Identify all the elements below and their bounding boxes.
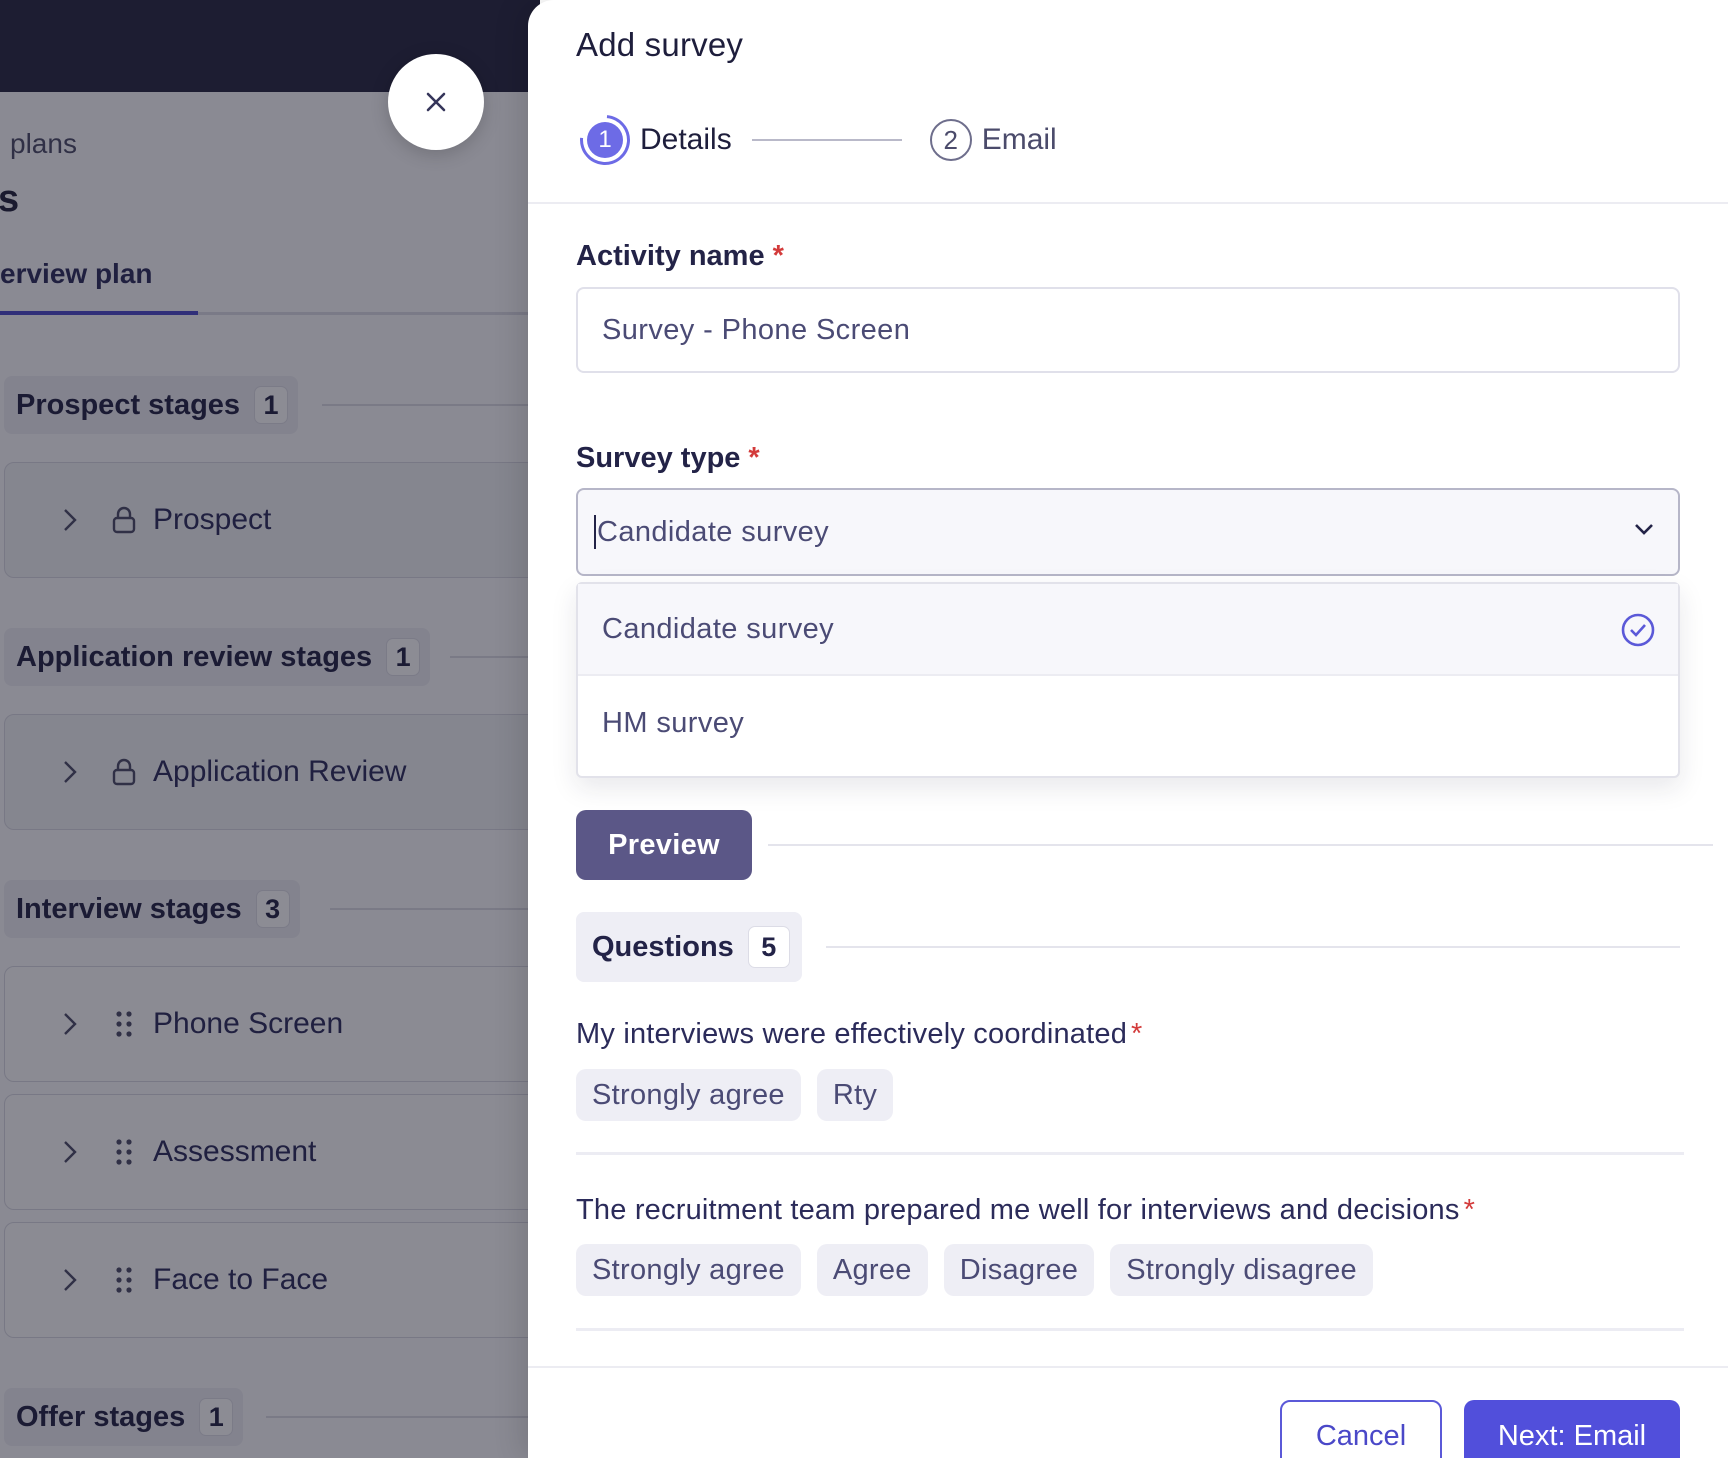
question-label: My interviews were effectively coordinat… (576, 1018, 1128, 1050)
chevron-down-icon[interactable] (1632, 516, 1656, 549)
question-divider (576, 1152, 1684, 1155)
step-2-indicator[interactable]: 2 (929, 119, 972, 161)
close-drawer-button[interactable] (388, 54, 484, 150)
next-email-button[interactable]: Next: Email (1464, 1400, 1680, 1458)
answer-chip: Strongly disagree (1110, 1244, 1373, 1296)
required-mark: * (748, 442, 760, 474)
add-survey-drawer: Add survey 1 Details 2 Email Activity na… (528, 0, 1728, 1458)
dropdown-option-candidate-survey[interactable]: Candidate survey (578, 584, 1678, 676)
answer-options: Strongly agree Rty (576, 1069, 894, 1121)
step-1-indicator[interactable]: 1 (569, 104, 641, 176)
footer-divider (528, 1366, 1728, 1368)
text-cursor (594, 515, 596, 549)
answer-chip: Rty (816, 1069, 894, 1121)
step-1-label[interactable]: Details (640, 123, 732, 157)
divider (826, 946, 1680, 948)
required-mark: * (1131, 1018, 1143, 1050)
question-divider (576, 1328, 1684, 1331)
survey-type-dropdown: Candidate survey HM survey (576, 582, 1680, 778)
close-icon (426, 92, 446, 112)
question-text: My interviews were effectively coordinat… (576, 1018, 1143, 1051)
option-label: HM survey (602, 706, 745, 739)
answer-chip: Agree (816, 1244, 928, 1296)
stepper: 1 Details 2 Email (569, 104, 1057, 176)
option-label: Candidate survey (602, 612, 835, 645)
question-label: The recruitment team prepared me well fo… (576, 1194, 1460, 1226)
answer-options: Strongly agree Agree Disagree Strongly d… (576, 1244, 1373, 1296)
answer-chip: Disagree (943, 1244, 1095, 1296)
step-2-label[interactable]: Email (982, 123, 1057, 157)
activity-name-label: Activity name * (576, 240, 784, 273)
header-divider (528, 202, 1728, 204)
activity-name-input[interactable]: Survey - Phone Screen (576, 287, 1680, 373)
preview-button[interactable]: Preview (576, 810, 752, 880)
cancel-button[interactable]: Cancel (1280, 1400, 1442, 1458)
check-circle-icon (1620, 612, 1656, 656)
step-connector (751, 139, 902, 141)
answer-chip: Strongly agree (576, 1244, 801, 1296)
required-mark: * (772, 240, 784, 272)
survey-type-label-text: Survey type (576, 442, 741, 474)
dropdown-option-hm-survey[interactable]: HM survey (578, 677, 1678, 769)
survey-type-select[interactable]: Candidate survey (576, 488, 1680, 576)
activity-name-label-text: Activity name (576, 240, 765, 272)
drawer-title: Add survey (576, 26, 744, 63)
divider (768, 844, 1713, 846)
questions-count: 5 (747, 926, 790, 968)
survey-type-label: Survey type * (576, 442, 760, 475)
step-progress-ring (569, 104, 641, 176)
required-mark: * (1463, 1194, 1476, 1226)
questions-title: Questions (592, 930, 734, 963)
survey-type-value: Candidate survey (597, 515, 830, 548)
question-text: The recruitment team prepared me well fo… (576, 1194, 1475, 1227)
modal-backdrop[interactable] (0, 0, 540, 1458)
questions-header: Questions 5 (576, 912, 802, 982)
answer-chip: Strongly agree (576, 1069, 801, 1121)
